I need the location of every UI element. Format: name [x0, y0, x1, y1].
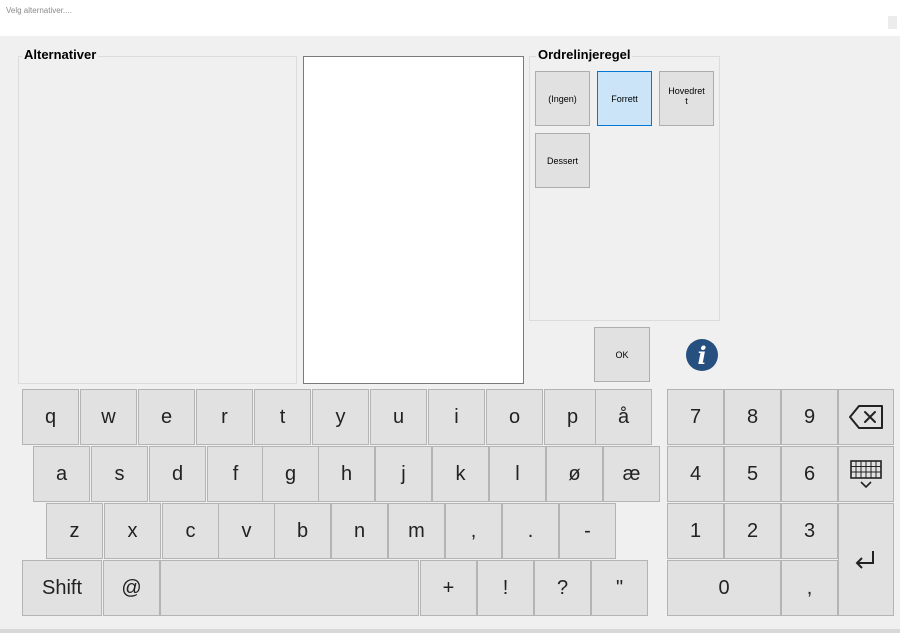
- key-s[interactable]: s: [91, 446, 148, 502]
- bottom-border: [0, 629, 900, 633]
- key-at[interactable]: @: [103, 560, 160, 616]
- title-bar: Velg alternativer....: [0, 0, 900, 36]
- key-j[interactable]: j: [375, 446, 432, 502]
- rule-option-hovedrett[interactable]: Hovedret t: [659, 71, 714, 126]
- backspace-icon: [849, 405, 883, 429]
- num-comma[interactable]: ,: [781, 560, 838, 616]
- num-9[interactable]: 9: [781, 389, 838, 445]
- key-p[interactable]: p: [544, 389, 601, 445]
- key-r[interactable]: r: [196, 389, 253, 445]
- num-6[interactable]: 6: [781, 446, 838, 502]
- key-d[interactable]: d: [149, 446, 206, 502]
- info-icon[interactable]: i: [686, 339, 718, 371]
- key-x[interactable]: x: [104, 503, 161, 559]
- num-8[interactable]: 8: [724, 389, 781, 445]
- key-b[interactable]: b: [274, 503, 331, 559]
- key-l[interactable]: l: [489, 446, 546, 502]
- key-f[interactable]: f: [207, 446, 264, 502]
- key-comma[interactable]: ,: [445, 503, 502, 559]
- key-quote[interactable]: ": [591, 560, 648, 616]
- space-key[interactable]: [160, 560, 419, 616]
- key-n[interactable]: n: [331, 503, 388, 559]
- key-c[interactable]: c: [162, 503, 219, 559]
- num-3[interactable]: 3: [781, 503, 838, 559]
- enter-key[interactable]: [838, 503, 894, 616]
- backspace-key[interactable]: [838, 389, 894, 445]
- rule-option-none[interactable]: (Ingen): [535, 71, 590, 126]
- selection-list[interactable]: [303, 56, 524, 384]
- ok-button[interactable]: OK: [594, 327, 650, 382]
- num-7[interactable]: 7: [667, 389, 724, 445]
- key-m[interactable]: m: [388, 503, 445, 559]
- num-4[interactable]: 4: [667, 446, 724, 502]
- key-z[interactable]: z: [46, 503, 103, 559]
- keyboard-icon: [850, 460, 882, 489]
- key-i[interactable]: i: [428, 389, 485, 445]
- num-2[interactable]: 2: [724, 503, 781, 559]
- alternatives-title: Alternativer: [22, 47, 99, 62]
- key-o[interactable]: o: [486, 389, 543, 445]
- key-ae[interactable]: æ: [603, 446, 660, 502]
- rule-option-forrett[interactable]: Forrett: [597, 71, 652, 126]
- key-t[interactable]: t: [254, 389, 311, 445]
- close-button[interactable]: [888, 16, 897, 29]
- key-w[interactable]: w: [80, 389, 137, 445]
- key-e[interactable]: e: [138, 389, 195, 445]
- key-exclamation[interactable]: !: [477, 560, 534, 616]
- num-5[interactable]: 5: [724, 446, 781, 502]
- key-q[interactable]: q: [22, 389, 79, 445]
- rule-option-dessert[interactable]: Dessert: [535, 133, 590, 188]
- key-question[interactable]: ?: [534, 560, 591, 616]
- enter-icon: [855, 550, 874, 569]
- order-rule-title: Ordrelinjeregel: [536, 47, 633, 62]
- alternatives-group: [18, 56, 297, 384]
- keyboard-toggle-key[interactable]: [838, 446, 894, 502]
- key-u[interactable]: u: [370, 389, 427, 445]
- window-title: Velg alternativer....: [6, 6, 72, 15]
- key-oe[interactable]: ø: [546, 446, 603, 502]
- num-0[interactable]: 0: [667, 560, 781, 616]
- num-1[interactable]: 1: [667, 503, 724, 559]
- shift-key[interactable]: Shift: [22, 560, 102, 616]
- key-a[interactable]: a: [33, 446, 90, 502]
- key-aa[interactable]: å: [595, 389, 652, 445]
- key-g[interactable]: g: [262, 446, 319, 502]
- key-h[interactable]: h: [318, 446, 375, 502]
- key-dash[interactable]: -: [559, 503, 616, 559]
- key-period[interactable]: .: [502, 503, 559, 559]
- key-plus[interactable]: +: [420, 560, 477, 616]
- key-v[interactable]: v: [218, 503, 275, 559]
- key-y[interactable]: y: [312, 389, 369, 445]
- key-k[interactable]: k: [432, 446, 489, 502]
